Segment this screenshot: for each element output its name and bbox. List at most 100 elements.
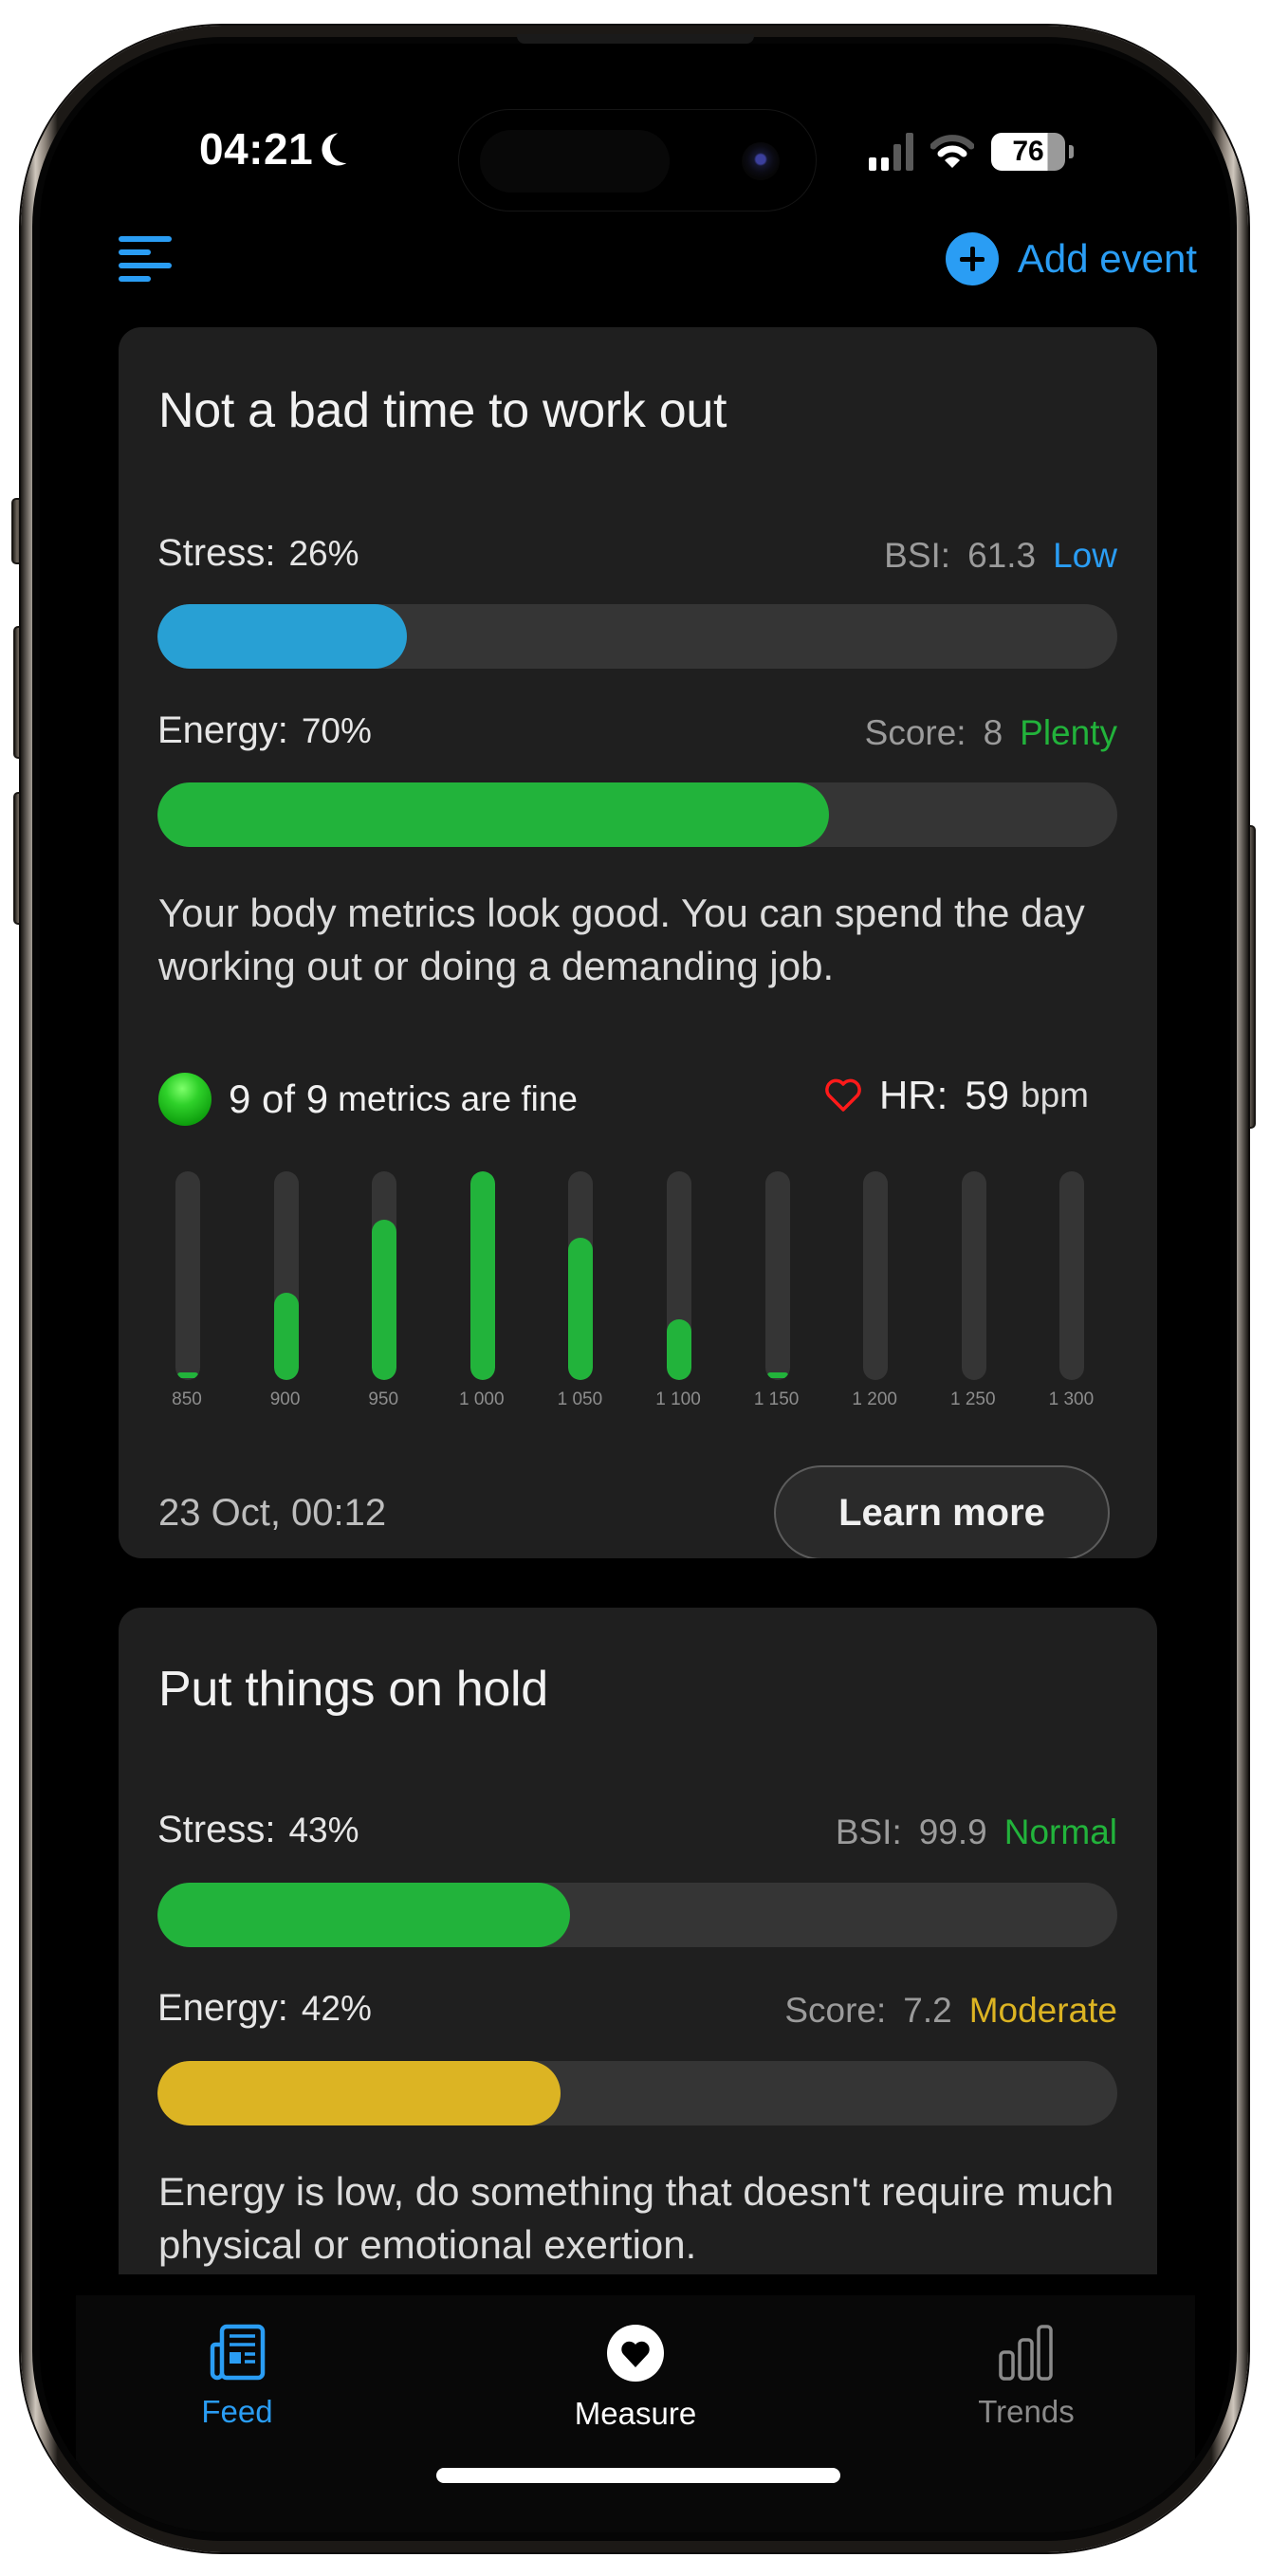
card-title: Put things on hold [158,1662,548,1717]
energy-value: 42% [301,1989,372,2028]
score-readout: Score: 8 Plenty [864,713,1117,752]
bsi-readout: BSI: 61.3 Low [884,536,1117,575]
stress-bar-fill [157,1883,571,1947]
metrics-count: 9 of 9 [229,1076,329,1121]
histogram-bar [469,1171,495,1380]
menu-icon-line [119,276,151,282]
feed-card[interactable]: Put things on hold Stress: 43% BSI: 99.9 … [119,1608,1157,2274]
learn-more-button[interactable]: Learn more [774,1465,1110,1558]
bsi-value: 61.3 [967,536,1037,575]
heart-outline-icon [825,1078,861,1112]
histogram-column: 1 100 [650,1171,707,1418]
histogram-tick-label: 900 [269,1389,301,1409]
bsi-value: 99.9 [918,1812,987,1851]
score-value: 7.2 [903,1991,952,2030]
histogram-tick-label: 1 200 [852,1389,897,1409]
time-text: 04:21 [199,124,314,174]
histogram-column: 1 050 [551,1171,608,1418]
heart-rate: HR: 59 bpm [824,1073,1089,1118]
histogram-tick-label: 1 250 [950,1389,996,1409]
battery-icon: 76 [991,133,1074,171]
histogram-column: 950 [355,1171,412,1418]
histogram-column: 1 150 [748,1171,805,1418]
histogram-tick-label: 1 150 [753,1389,800,1409]
signal-icon [869,133,913,171]
stress-status: Low [1053,536,1117,575]
tab-feed[interactable]: Feed [142,2324,332,2430]
histogram-column: 850 [158,1171,215,1418]
add-event-label: Add event [1017,236,1197,281]
score-value: 8 [983,713,1003,752]
wifi-icon [930,135,974,168]
energy-label: Energy: 42% [157,1987,372,2029]
stress-value: 26% [288,534,359,573]
energy-label: Energy: 70% [157,709,372,751]
home-indicator[interactable] [436,2468,840,2483]
tab-label: Measure [574,2396,697,2431]
histogram-tick-label: 1 300 [1048,1389,1095,1409]
tab-label: Feed [201,2394,273,2429]
histogram-column: 900 [257,1171,314,1418]
stress-bar-fill [157,604,408,669]
metrics-summary: 9 of 9 metrics are fine [158,1073,578,1126]
menu-icon-line [119,249,151,255]
histogram-track [667,1171,691,1380]
hrv-histogram: 850 900 950 1 000 1 050 1 100 1 150 1 200 1 250 1… [158,1171,1116,1418]
moon-icon [327,128,364,165]
histogram-tick-label: 1 000 [459,1389,505,1409]
stress-bar [157,1883,1117,1947]
earpiece [517,34,754,44]
tab-measure[interactable]: Measure [541,2324,730,2432]
histogram-bar [273,1292,299,1380]
score-readout: Score: 7.2 Moderate [784,1991,1117,2030]
stress-bar [157,604,1117,669]
histogram-tick-label: 1 050 [557,1389,603,1409]
plus-circle-icon [945,232,999,285]
tab-bar: Feed Measure Trends [76,2295,1195,2532]
battery-level: 76 [1012,136,1044,167]
stress-status: Normal [1003,1812,1117,1851]
status-icons: 76 [869,133,1074,171]
energy-value: 70% [301,711,372,750]
histogram-tick-label: 1 100 [655,1389,701,1409]
tab-trends[interactable]: Trends [931,2324,1121,2430]
bsi-readout: BSI: 99.9 Normal [835,1812,1117,1851]
energy-bar-fill [157,2061,561,2125]
histogram-bar [667,1319,691,1380]
stress-value: 43% [288,1811,359,1849]
heart-circle-icon [607,2325,664,2382]
histogram-track [863,1171,889,1380]
card-description: Energy is low, do something that doesn't… [158,2169,1114,2267]
sensor-area [480,130,670,193]
feed-card[interactable]: Not a bad time to work out Stress: 26% BS… [119,327,1157,1558]
dynamic-island [458,109,817,212]
histogram-track [764,1171,790,1380]
energy-bar [157,782,1117,847]
tab-label: Trends [978,2394,1075,2429]
energy-bar [157,2061,1117,2125]
histogram-bar [372,1219,397,1380]
add-event-button[interactable]: Add event [945,232,1197,285]
histogram-bar [766,1372,788,1378]
card-description: Your body metrics look good. You can spe… [158,891,1085,988]
histogram-column: 1 000 [453,1171,510,1418]
hr-unit: bpm [1021,1076,1089,1114]
histogram-track [568,1171,594,1380]
newspaper-icon [210,2324,266,2381]
histogram-tick-label: 850 [172,1389,202,1409]
metrics-suffix: metrics are fine [338,1079,579,1118]
histogram-bar [568,1238,594,1380]
histogram-track [1059,1171,1085,1380]
histogram-column: 1 300 [1042,1171,1099,1418]
status-time: 04:21 [199,123,351,175]
stress-label: Stress: 43% [157,1809,359,1850]
histogram-tick-label: 950 [368,1389,399,1409]
card-title: Not a bad time to work out [158,383,727,438]
histogram-track [175,1171,200,1380]
histogram-track [273,1171,299,1380]
camera-icon [742,142,780,180]
stress-label: Stress: 26% [157,532,359,574]
menu-icon-line [119,236,172,242]
menu-button[interactable] [119,236,175,282]
energy-status: Plenty [1020,713,1117,752]
